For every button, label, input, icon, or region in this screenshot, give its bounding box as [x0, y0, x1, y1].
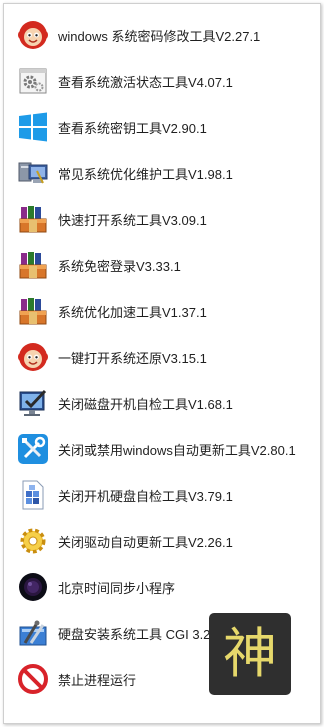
dark-globe-icon	[16, 570, 50, 604]
list-item-label: 快速打开系统工具V3.09.1	[58, 212, 207, 228]
list-item-beijing-time-sync[interactable]: 北京时间同步小程序	[4, 564, 320, 610]
list-item-optimize-accelerate[interactable]: 系统优化加速工具V1.37.1	[4, 288, 320, 334]
list-item-label: 北京时间同步小程序	[58, 580, 176, 596]
list-item-system-restore[interactable]: 一键打开系统还原V3.15.1	[4, 334, 320, 380]
windows-logo-icon	[16, 110, 50, 144]
winrar-archive-icon	[16, 294, 50, 328]
list-item-label: 系统优化加速工具V1.37.1	[58, 304, 207, 320]
winrar-archive-icon	[16, 248, 50, 282]
list-item-label: 禁止进程运行	[58, 672, 137, 688]
list-item-disable-boot-disk-check[interactable]: 关闭开机硬盘自检工具V3.79.1	[4, 472, 320, 518]
monitor-check-icon	[16, 386, 50, 420]
installer-tools-icon	[16, 616, 50, 650]
list-item-label: 关闭开机硬盘自检工具V3.79.1	[58, 488, 233, 504]
list-item-quick-open-tools[interactable]: 快速打开系统工具V3.09.1	[4, 196, 320, 242]
wrench-screwdriver-icon	[16, 432, 50, 466]
list-item-label: 查看系统激活状态工具V4.07.1	[58, 74, 233, 90]
list-item-system-key[interactable]: 查看系统密钥工具V2.90.1	[4, 104, 320, 150]
watermark-logo: 神	[209, 613, 291, 695]
list-item-password-tool[interactable]: windows 系统密码修改工具V2.27.1	[4, 12, 320, 58]
watermark-glyph: 神	[223, 622, 277, 685]
prohibited-icon	[16, 662, 50, 696]
red-cartoon-mascot-icon	[16, 18, 50, 52]
list-item-label: 系统免密登录V3.33.1	[58, 258, 181, 274]
program-list: windows 系统密码修改工具V2.27.1 查看系统激活状态工具V4.07.…	[4, 12, 320, 702]
list-item-disable-windows-update[interactable]: 关闭或禁用windows自动更新工具V2.80.1	[4, 426, 320, 472]
list-item-activation-status[interactable]: 查看系统激活状态工具V4.07.1	[4, 58, 320, 104]
list-item-label: 常见系统优化维护工具V1.98.1	[58, 166, 233, 182]
computer-tools-icon	[16, 156, 50, 190]
winrar-archive-icon	[16, 202, 50, 236]
list-item-label: 查看系统密钥工具V2.90.1	[58, 120, 207, 136]
red-cartoon-mascot-icon	[16, 340, 50, 374]
list-item-label: 关闭磁盘开机自检工具V1.68.1	[58, 396, 233, 412]
list-item-optimize-maintain[interactable]: 常见系统优化维护工具V1.98.1	[4, 150, 320, 196]
list-item-label: 一键打开系统还原V3.15.1	[58, 350, 207, 366]
list-item-passwordless-login[interactable]: 系统免密登录V3.33.1	[4, 242, 320, 288]
gear-window-icon	[16, 64, 50, 98]
yellow-gear-icon	[16, 524, 50, 558]
list-item-label: 硬盘安装系统工具 CGI 3.2	[58, 626, 211, 642]
list-item-label: windows 系统密码修改工具V2.27.1	[58, 28, 261, 44]
document-blocks-icon	[16, 478, 50, 512]
list-item-label: 关闭或禁用windows自动更新工具V2.80.1	[58, 442, 296, 458]
list-item-disable-driver-update[interactable]: 关闭驱动自动更新工具V2.26.1	[4, 518, 320, 564]
list-item-disable-disk-check[interactable]: 关闭磁盘开机自检工具V1.68.1	[4, 380, 320, 426]
list-item-label: 关闭驱动自动更新工具V2.26.1	[58, 534, 233, 550]
